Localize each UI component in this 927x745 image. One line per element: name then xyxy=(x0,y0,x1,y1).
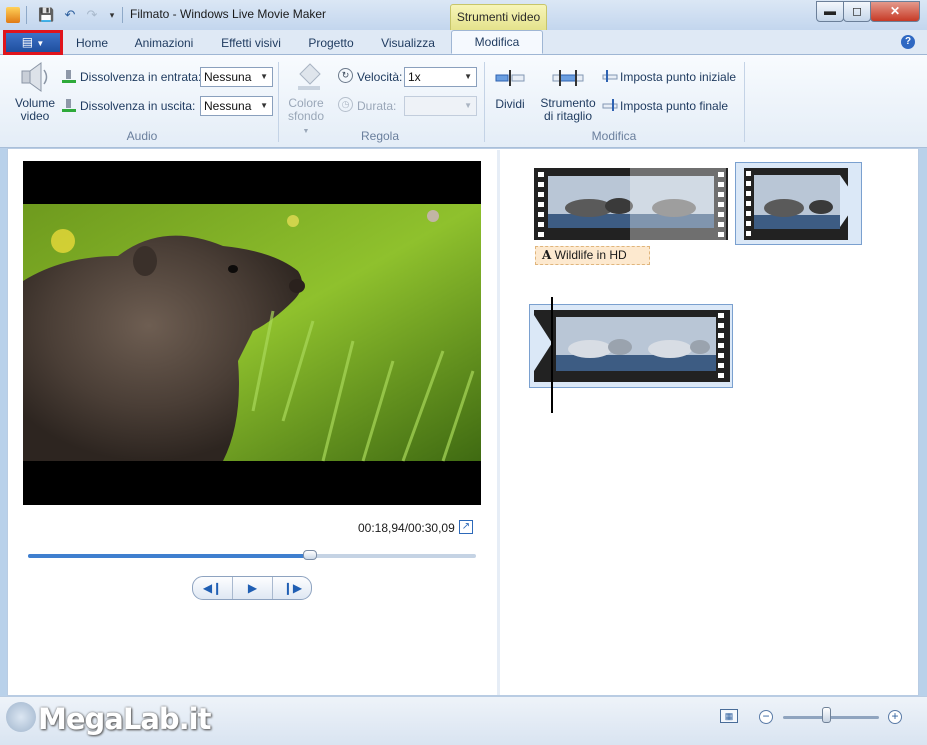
previous-frame-icon: ◀❙ xyxy=(202,581,223,595)
help-icon[interactable]: ? xyxy=(901,35,915,49)
clip-seals-2-thumbnail xyxy=(744,168,858,240)
fade-out-value: Nessuna xyxy=(204,99,252,113)
next-frame-icon: ❙▶ xyxy=(282,581,303,595)
set-end-point-button[interactable]: Imposta punto finale xyxy=(620,99,728,113)
tab-progetto[interactable]: Progetto xyxy=(299,30,363,54)
speed-icon: ↻ xyxy=(338,68,353,83)
tab-home[interactable]: Home xyxy=(68,30,116,54)
clip-seals-3[interactable] xyxy=(529,304,733,388)
set-end-point-icon xyxy=(602,99,618,111)
next-frame-button[interactable]: ❙▶ xyxy=(273,577,311,599)
qat-separator xyxy=(26,6,27,24)
redo-icon[interactable]: ↷ xyxy=(84,7,100,23)
play-icon: ▶ xyxy=(247,581,258,595)
watermark-text: MegaLab.it xyxy=(38,702,211,736)
background-color-label: Colore sfondo xyxy=(287,96,325,123)
window-title: Filmato - Windows Live Movie Maker xyxy=(130,7,327,21)
group-label-regola: Regola xyxy=(360,129,400,143)
set-start-point-button[interactable]: Imposta punto iniziale xyxy=(620,70,736,84)
timecode: 00:18,94/00:30,09 xyxy=(358,521,455,535)
zoom-thumb[interactable] xyxy=(822,707,832,723)
fade-in-select[interactable]: Nessuna ▼ xyxy=(200,67,273,87)
play-button[interactable]: ▶ xyxy=(233,577,273,599)
zoom-out-button[interactable]: − xyxy=(759,710,773,724)
fade-in-icon xyxy=(62,70,76,83)
zoom-in-button[interactable]: + xyxy=(888,710,902,724)
video-preview[interactable] xyxy=(23,161,481,505)
volume-video-button[interactable]: Volume video xyxy=(10,97,60,123)
caption-icon: A xyxy=(542,248,552,262)
duration-icon: ◷ xyxy=(338,97,353,112)
fullscreen-icon[interactable]: ↗ xyxy=(459,520,473,534)
seek-thumb[interactable] xyxy=(303,550,318,560)
ribbon-separator xyxy=(484,62,485,142)
clip-seals-1[interactable] xyxy=(534,166,729,242)
group-label-modifica: Modifica xyxy=(591,129,637,143)
speed-value: 1x xyxy=(408,70,421,84)
split-button[interactable]: Dividi xyxy=(490,97,530,111)
undo-icon[interactable]: ↶ xyxy=(62,7,78,23)
chevron-down-icon: ▼ xyxy=(260,101,268,110)
chevron-down-icon: ▼ xyxy=(464,101,472,110)
seek-progress xyxy=(28,554,311,558)
trim-tool-icon xyxy=(552,70,584,86)
background-color-button[interactable]: Colore sfondo ▼ xyxy=(283,97,329,138)
ribbon-separator xyxy=(744,62,745,142)
caption-text: Wildlife in HD xyxy=(554,248,627,262)
transport-controls: ◀❙ ▶ ❙▶ xyxy=(192,576,312,600)
duration-select[interactable]: ▼ xyxy=(404,96,477,116)
watermark-logo xyxy=(6,702,36,732)
qat-customize-icon[interactable]: ▾ xyxy=(104,7,120,23)
pane-splitter[interactable] xyxy=(497,150,500,695)
split-icon xyxy=(495,70,525,86)
close-button[interactable]: ✕ xyxy=(870,1,920,22)
qat-separator xyxy=(122,7,123,23)
fade-in-label: Dissolvenza in entrata: xyxy=(80,70,202,84)
clip-seals-2[interactable] xyxy=(735,162,862,245)
set-start-point-icon xyxy=(602,70,618,82)
chevron-down-icon: ▼ xyxy=(464,72,472,81)
speed-select[interactable]: 1x ▼ xyxy=(404,67,477,87)
app-icon[interactable] xyxy=(6,7,20,23)
chevron-down-icon: ▼ xyxy=(36,39,45,48)
chevron-down-icon: ▼ xyxy=(260,72,268,81)
tab-animazioni[interactable]: Animazioni xyxy=(124,30,204,54)
tab-visualizza[interactable]: Visualizza xyxy=(372,30,444,54)
menu-icon: ▤ xyxy=(21,35,34,49)
chevron-down-icon: ▼ xyxy=(302,128,310,135)
fade-out-select[interactable]: Nessuna ▼ xyxy=(200,96,273,116)
clip-seals-3-thumbnail xyxy=(534,310,730,382)
minimize-button[interactable]: ▬ xyxy=(816,1,844,22)
previous-frame-button[interactable]: ◀❙ xyxy=(193,577,233,599)
ribbon-separator xyxy=(278,62,279,142)
speaker-icon xyxy=(21,62,48,92)
tab-effetti-visivi[interactable]: Effetti visivi xyxy=(210,30,292,54)
group-label-audio: Audio xyxy=(126,129,158,143)
paint-bucket-icon xyxy=(298,63,321,90)
maximize-button[interactable]: ◻ xyxy=(843,1,871,22)
playhead[interactable] xyxy=(551,297,553,413)
trim-tool-button[interactable]: Strumento di ritaglio xyxy=(538,97,598,123)
duration-label: Durata: xyxy=(357,99,397,113)
caption-item[interactable]: A Wildlife in HD xyxy=(535,246,650,265)
storyboard-view-icon[interactable]: ▦ xyxy=(720,709,738,723)
save-icon[interactable]: 💾 xyxy=(38,7,54,23)
fade-out-label: Dissolvenza in uscita: xyxy=(80,99,196,113)
video-frame xyxy=(23,204,481,462)
file-menu-button[interactable]: ▤ ▼ xyxy=(3,30,63,55)
tab-modifica[interactable]: Modifica xyxy=(451,30,543,54)
speed-label: Velocità: xyxy=(357,70,403,84)
context-tab-video-tools: Strumenti video xyxy=(450,4,547,31)
fade-out-icon xyxy=(62,99,76,112)
fade-in-value: Nessuna xyxy=(204,70,252,84)
